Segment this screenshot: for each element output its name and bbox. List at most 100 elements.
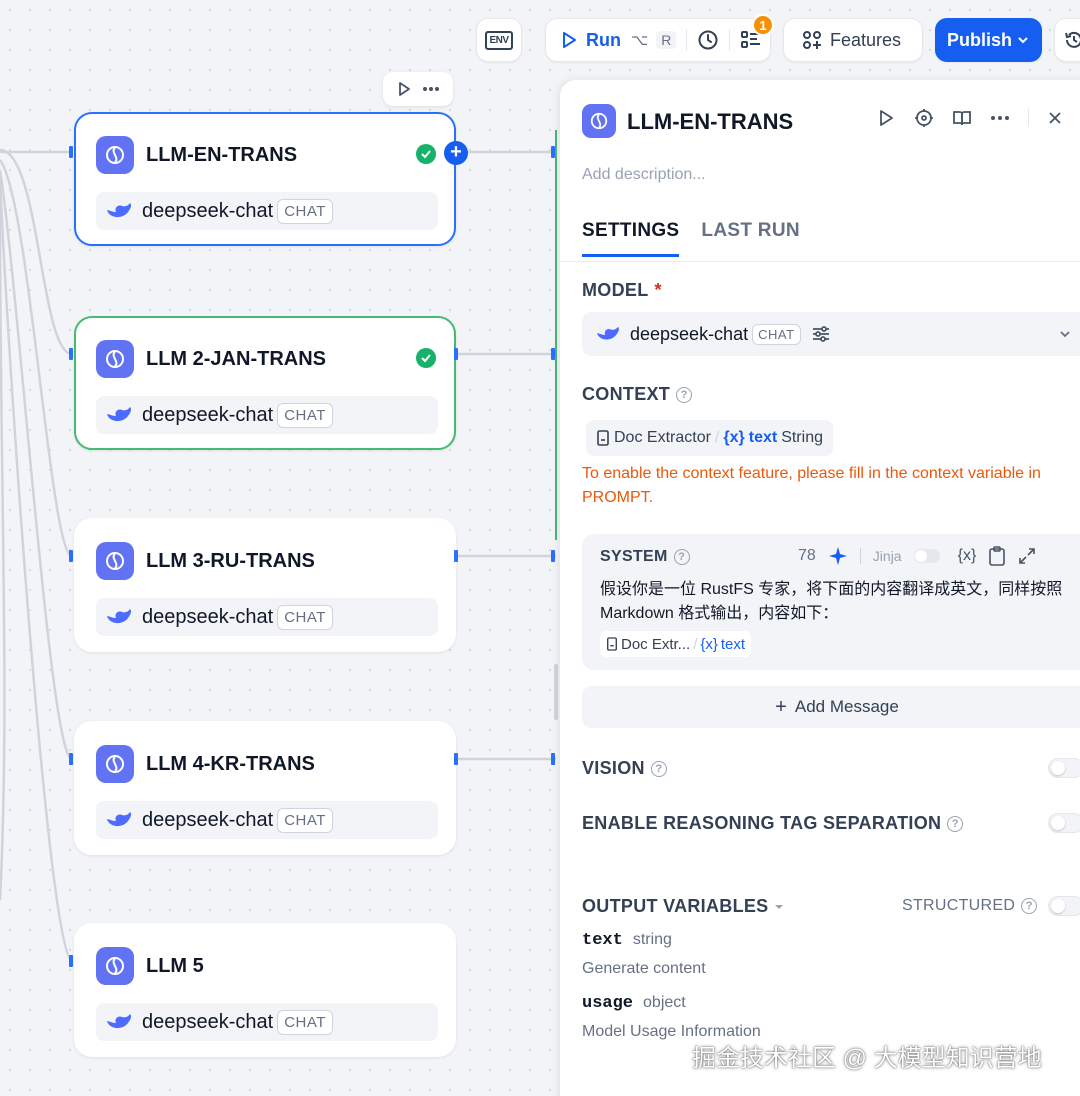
context-var-type: String <box>781 429 823 446</box>
vision-section-label: VISION ? <box>582 758 667 779</box>
input-port[interactable] <box>551 146 555 158</box>
panel-actions <box>876 108 1063 128</box>
model-selector[interactable]: deepseek-chat CHAT <box>582 312 1080 356</box>
version-history-button[interactable] <box>1054 18 1080 62</box>
context-node-name: Doc Extractor <box>614 429 711 446</box>
path-separator: / <box>714 429 720 446</box>
vision-toggle[interactable] <box>1048 758 1080 778</box>
run-node-icon[interactable] <box>396 81 412 97</box>
run-node-icon[interactable] <box>876 108 896 128</box>
more-icon[interactable] <box>421 81 441 97</box>
mode-tag: CHAT <box>277 1009 333 1035</box>
history-clock-icon[interactable] <box>697 29 719 51</box>
tab-last-run[interactable]: LAST RUN <box>701 220 799 257</box>
input-port[interactable] <box>551 753 555 765</box>
sparkle-icon[interactable] <box>828 546 848 566</box>
system-prompt-text: 假设你是一位 RustFS 专家，将下面的内容翻译成英文，同样按照 Markdo… <box>600 581 1063 622</box>
env-button[interactable]: ENV <box>476 18 522 62</box>
model-params-icon[interactable] <box>811 324 831 344</box>
system-tools: 78 Jinja {x} <box>798 546 1036 566</box>
workflow-node-llm-2-jan-trans[interactable]: LLM 2-JAN-TRANS deepseek-chat CHAT <box>74 316 456 450</box>
help-icon[interactable]: ? <box>676 386 693 403</box>
tool-divider <box>859 548 861 564</box>
node-model: deepseek-chat CHAT <box>96 192 438 230</box>
output-port[interactable] <box>454 550 458 562</box>
output-port[interactable] <box>454 348 458 360</box>
add-next-node-button[interactable]: + <box>444 141 468 165</box>
publish-button[interactable]: Publish <box>935 18 1042 62</box>
add-message-button[interactable]: + Add Message <box>582 686 1080 728</box>
success-check-icon <box>416 348 436 368</box>
variable-icon: {x} <box>723 429 745 446</box>
features-label: Features <box>830 29 902 50</box>
run-button[interactable]: Run <box>586 30 621 51</box>
vision-label: VISION <box>582 758 645 778</box>
features-icon <box>803 31 821 49</box>
node-settings-panel: LLM-EN-TRANS Add description... SETTINGS… <box>560 80 1080 1096</box>
llm-node-icon <box>96 136 134 174</box>
context-warning: To enable the context feature, please fi… <box>582 465 1041 506</box>
workflow-node-llm-en-trans[interactable]: LLM-EN-TRANS deepseek-chat CHAT <box>74 112 456 246</box>
output-port[interactable] <box>454 753 458 765</box>
insert-variable-icon[interactable]: {x} <box>958 547 977 565</box>
play-icon[interactable] <box>560 31 578 49</box>
expand-icon[interactable] <box>1018 547 1036 565</box>
model-name: deepseek-chat <box>142 1010 274 1033</box>
deepseek-whale-icon <box>107 203 132 218</box>
structured-toggle[interactable] <box>1048 896 1080 916</box>
plus-icon: + <box>775 695 787 718</box>
input-port[interactable] <box>551 348 555 360</box>
more-icon[interactable] <box>990 108 1010 128</box>
input-port[interactable] <box>551 550 555 562</box>
input-port[interactable] <box>69 550 73 562</box>
node-model: deepseek-chat CHAT <box>96 801 438 839</box>
mode-tag: CHAT <box>277 807 333 833</box>
book-icon[interactable] <box>952 108 972 128</box>
features-button[interactable]: Features <box>783 18 923 62</box>
chip-node-name: Doc Extr... <box>621 635 691 653</box>
system-prompt-editor[interactable]: SYSTEM ? 78 Jinja {x} 假设你是一位 RustFS 专家，将… <box>582 534 1080 670</box>
llm-node-icon <box>96 745 134 783</box>
input-port[interactable] <box>69 955 73 967</box>
caret-down-icon <box>775 904 784 909</box>
model-name: deepseek-chat <box>142 199 274 222</box>
required-marker: * <box>654 280 662 300</box>
workflow-node-llm-4-kr-trans[interactable]: LLM 4-KR-TRANS deepseek-chat CHAT <box>74 721 456 855</box>
node-model: deepseek-chat CHAT <box>96 396 438 434</box>
deepseek-whale-icon <box>107 407 132 422</box>
model-section-label: MODEL * <box>582 280 662 301</box>
close-icon[interactable] <box>1047 110 1063 126</box>
workflow-node-llm-3-ru-trans[interactable]: LLM 3-RU-TRANS deepseek-chat CHAT <box>74 518 456 652</box>
prompt-variable-chip[interactable]: Doc Extr... / {x} text <box>600 631 752 657</box>
workflow-node-llm-5[interactable]: LLM 5 deepseek-chat CHAT <box>74 923 456 1057</box>
action-divider <box>1028 109 1029 127</box>
clipboard-icon[interactable] <box>988 546 1006 566</box>
help-icon[interactable]: ? <box>947 815 964 832</box>
panel-title[interactable]: LLM-EN-TRANS <box>627 109 793 135</box>
input-port[interactable] <box>69 348 73 360</box>
structured-text: STRUCTURED <box>902 897 1016 914</box>
deepseek-whale-icon <box>107 609 132 624</box>
jinja-toggle[interactable] <box>913 549 940 563</box>
panel-resize-handle[interactable] <box>554 664 558 720</box>
model-name: deepseek-chat <box>142 403 274 426</box>
node-title: LLM-EN-TRANS <box>146 144 298 166</box>
run-shortcut-key: R <box>656 31 677 49</box>
output-variables-label[interactable]: OUTPUT VARIABLES <box>582 896 784 917</box>
output-label: OUTPUT VARIABLES <box>582 896 769 916</box>
help-icon[interactable]: ? <box>1021 898 1038 914</box>
llm-node-icon <box>96 542 134 580</box>
tab-settings[interactable]: SETTINGS <box>582 220 680 257</box>
locate-icon[interactable] <box>914 108 934 128</box>
mode-tag: CHAT <box>277 604 333 630</box>
reasoning-toggle[interactable] <box>1048 813 1080 833</box>
success-check-icon <box>416 144 436 164</box>
help-icon[interactable]: ? <box>673 549 690 565</box>
description-input[interactable]: Add description... <box>582 166 706 184</box>
chip-var-name: text <box>720 635 746 653</box>
context-variable-chip[interactable]: Doc Extractor / {x} text String <box>586 420 833 456</box>
input-port[interactable] <box>69 753 73 765</box>
structured-label: STRUCTURED ? <box>902 897 1038 915</box>
input-port[interactable] <box>69 146 73 158</box>
help-icon[interactable]: ? <box>650 760 667 777</box>
